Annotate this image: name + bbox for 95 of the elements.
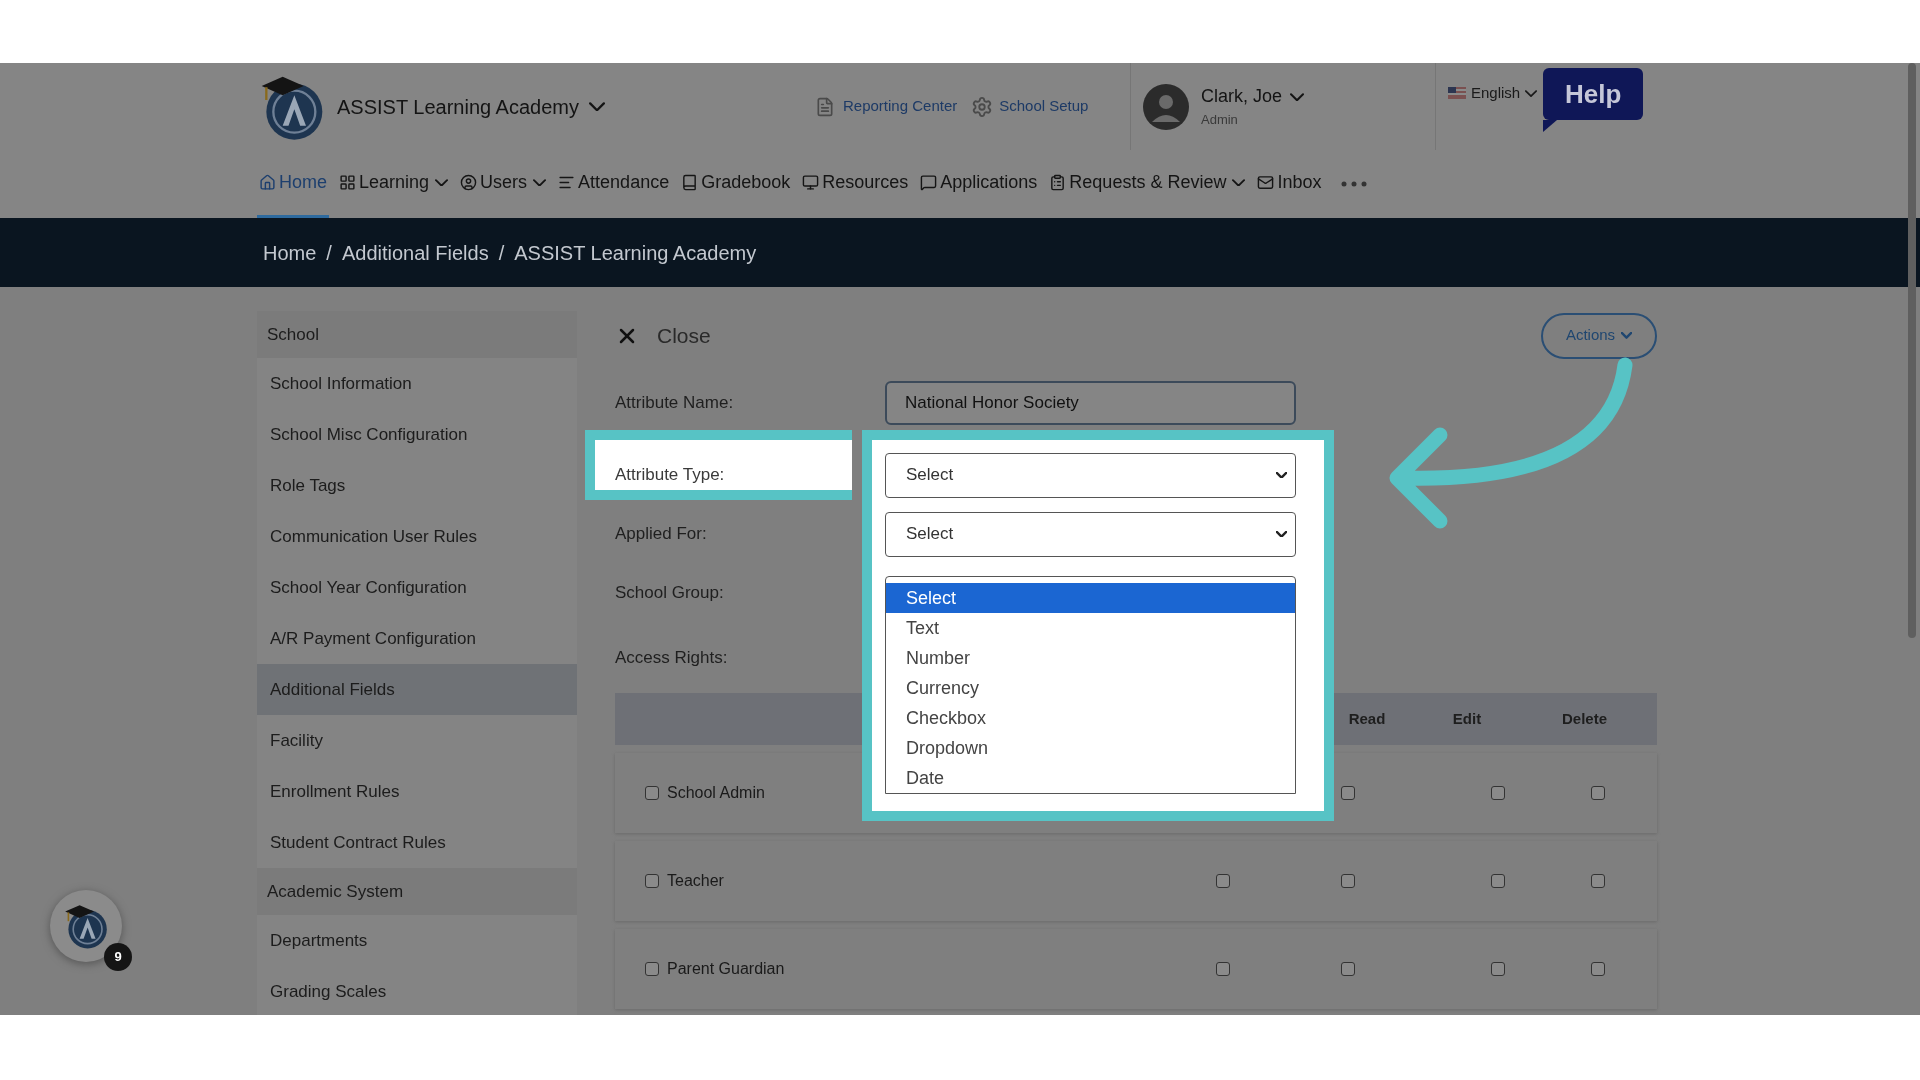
nav-icon xyxy=(558,174,576,191)
checkbox[interactable] xyxy=(1491,962,1505,976)
caret-icon xyxy=(1621,332,1633,339)
role-label: School Admin xyxy=(667,783,765,803)
column-header: Edit xyxy=(1451,708,1483,729)
checkbox[interactable] xyxy=(645,962,659,976)
close-label[interactable]: Close xyxy=(657,319,711,352)
logo-icon xyxy=(62,902,110,950)
breadcrumb-link[interactable]: Additional Fields xyxy=(341,237,489,268)
checkbox[interactable] xyxy=(645,786,659,800)
dropdown-option[interactable]: Checkbox xyxy=(886,703,1295,733)
dropdown-option[interactable]: Currency xyxy=(886,673,1295,703)
floating-button[interactable] xyxy=(50,890,122,962)
sidebar-item[interactable]: School Misc Configuration xyxy=(257,409,577,460)
nav-icon xyxy=(802,174,820,191)
nav-icon xyxy=(460,174,478,191)
sidebar-section-header[interactable]: Academic System xyxy=(257,868,577,915)
avatar[interactable] xyxy=(1143,83,1189,130)
field-label: Access Rights: xyxy=(615,647,729,670)
role-label: Parent Guardian xyxy=(667,959,785,979)
caret-icon xyxy=(1525,89,1538,97)
help-button[interactable]: Help xyxy=(1543,68,1644,120)
checkbox[interactable] xyxy=(1341,786,1355,800)
checkbox[interactable] xyxy=(645,874,659,888)
role-label: Teacher xyxy=(667,871,724,891)
nav-tab[interactable]: Attendance xyxy=(556,150,672,218)
flag-icon xyxy=(1448,87,1466,100)
notification-badge: 9 xyxy=(104,943,132,971)
language-selector[interactable]: English xyxy=(1471,82,1521,105)
checkbox[interactable] xyxy=(1591,786,1605,800)
nav-icon xyxy=(920,174,938,191)
field-label: Applied For: xyxy=(615,523,708,546)
sidebar-item[interactable]: Enrollment Rules xyxy=(257,766,577,817)
sidebar-item[interactable]: Additional Fields xyxy=(257,664,577,715)
nav-tab[interactable]: Requests & Review xyxy=(1047,150,1248,218)
checkbox[interactable] xyxy=(1591,962,1605,976)
nav-tab[interactable]: Gradebook xyxy=(679,150,793,218)
select-field[interactable]: Select xyxy=(885,511,1296,557)
checkbox[interactable] xyxy=(1341,962,1355,976)
speech-bubble-tail xyxy=(1543,120,1558,132)
user-name[interactable]: Clark, Joe xyxy=(1201,83,1283,111)
sidebar-item[interactable]: Role Tags xyxy=(257,460,577,511)
column-header: Delete xyxy=(1561,708,1608,729)
sidebar-item[interactable]: Communication User Rules xyxy=(257,511,577,562)
nav-icon xyxy=(1257,174,1275,191)
dropdown-option[interactable]: Number xyxy=(886,643,1295,673)
settings-icon xyxy=(971,95,994,118)
select-field[interactable]: Select xyxy=(885,452,1296,498)
nav-tab[interactable]: Applications xyxy=(918,150,1040,218)
breadcrumb-separator: / xyxy=(326,240,332,266)
sidebar-item[interactable]: Student Contract Rules xyxy=(257,817,577,868)
more-icon[interactable] xyxy=(1341,181,1368,187)
checkbox[interactable] xyxy=(1591,874,1605,888)
nav-icon xyxy=(681,174,699,191)
sidebar-item[interactable]: School Year Configuration xyxy=(257,562,577,613)
checkbox[interactable] xyxy=(1341,874,1355,888)
text-field[interactable]: National Honor Society xyxy=(885,380,1296,425)
sidebar-item[interactable]: Departments xyxy=(257,915,577,966)
school-name[interactable]: ASSIST Learning Academy xyxy=(337,91,579,122)
caret-icon xyxy=(1276,530,1287,538)
nav-tab[interactable]: Resources xyxy=(800,150,911,218)
breadcrumb-separator: / xyxy=(498,240,505,266)
reporting-center-link[interactable]: Reporting Center xyxy=(843,95,958,118)
dropdown-option[interactable]: Select xyxy=(886,583,1295,613)
breadcrumb-link[interactable]: Home xyxy=(263,237,317,268)
field-label: Attribute Name: xyxy=(615,391,735,414)
checkbox[interactable] xyxy=(1216,962,1230,976)
sidebar-item[interactable]: School Information xyxy=(257,358,577,409)
nav-tab[interactable]: Inbox xyxy=(1255,150,1324,218)
nav-icon xyxy=(339,174,356,191)
dropdown-option[interactable]: Date xyxy=(886,763,1295,793)
nav-tab[interactable]: Users xyxy=(458,150,549,218)
user-role: Admin xyxy=(1201,111,1239,130)
nav-tab[interactable]: Learning xyxy=(337,150,451,218)
nav-icon xyxy=(259,174,276,191)
breadcrumb-link[interactable]: ASSIST Learning Academy xyxy=(514,237,757,268)
checkbox[interactable] xyxy=(1491,786,1505,800)
checkbox[interactable] xyxy=(1491,874,1505,888)
scrollbar[interactable] xyxy=(1908,63,1916,638)
sidebar-section-header[interactable]: School xyxy=(257,311,577,358)
sidebar-item[interactable]: A/R Payment Configuration xyxy=(257,613,577,664)
field-label: Attribute Type: xyxy=(615,464,726,487)
school-setup-link[interactable]: School Setup xyxy=(999,95,1089,118)
dropdown-option[interactable]: Text xyxy=(886,613,1295,643)
nav-icon xyxy=(1049,174,1067,191)
caret-icon xyxy=(1290,92,1305,101)
checkbox[interactable] xyxy=(1216,874,1230,888)
sidebar-item[interactable]: Facility xyxy=(257,715,577,766)
caret-icon xyxy=(589,101,605,112)
caret-icon xyxy=(1276,471,1287,479)
field-label: School Group: xyxy=(615,582,725,605)
document-icon xyxy=(815,96,835,117)
sidebar-item[interactable]: Grading Scales xyxy=(257,966,577,1015)
column-header: Read xyxy=(1347,708,1387,729)
dropdown-option[interactable]: Dropdown xyxy=(886,733,1295,763)
